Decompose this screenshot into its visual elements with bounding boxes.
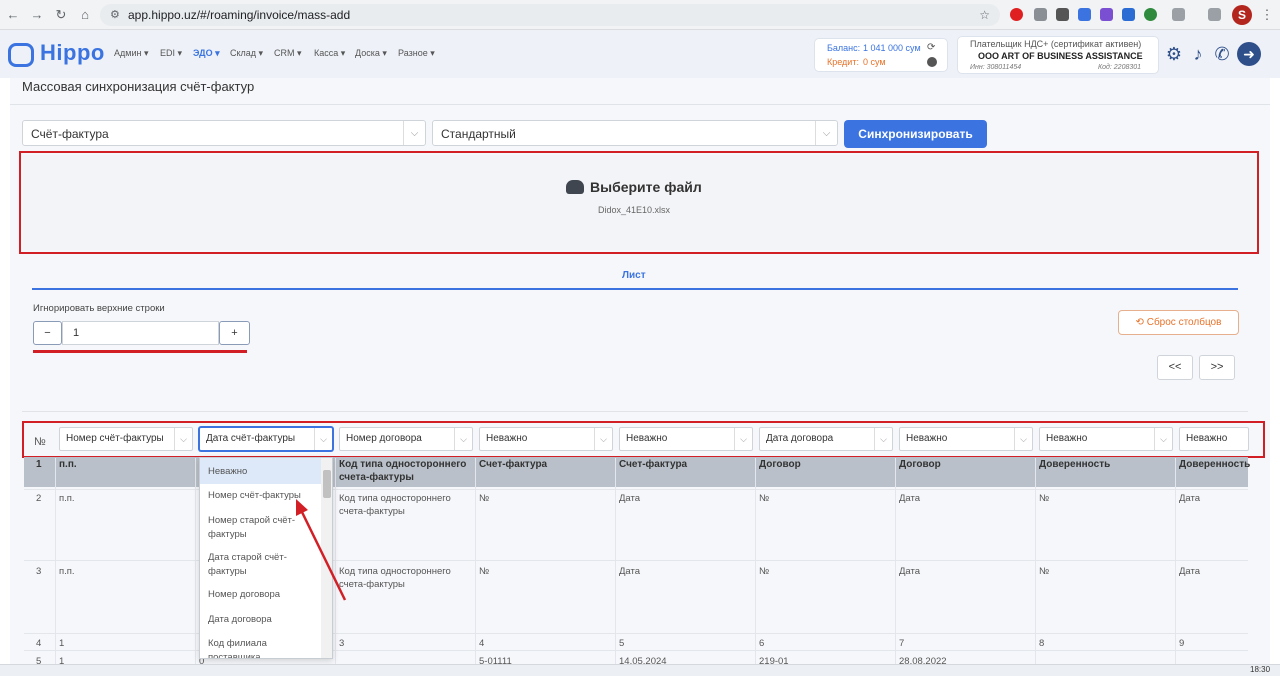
os-taskbar: 18:30 (0, 664, 1280, 676)
annotation-arrow (296, 499, 347, 601)
clock: 18:30 (1250, 665, 1271, 674)
arrow-line (298, 507, 347, 601)
